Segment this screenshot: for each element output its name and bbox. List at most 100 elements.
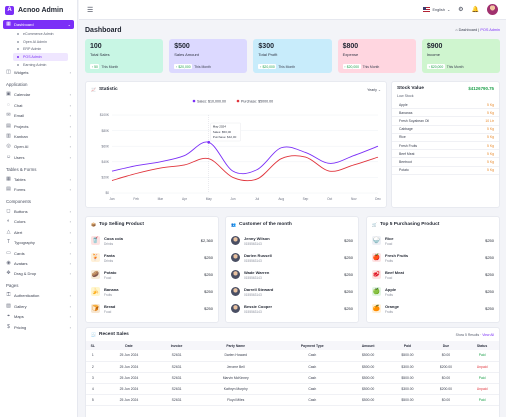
yearly-filter[interactable]: Yearly ⌄ <box>367 88 381 92</box>
list-item[interactable]: 🍊 Orange Fruits $250 <box>367 300 499 317</box>
sidebar-item-pricing[interactable]: $ Pricing › <box>3 323 74 332</box>
sidebar-item-colors[interactable]: ◐ Colors › <box>3 217 74 226</box>
list-item[interactable]: Darrell Steward 0155563143 $250 <box>226 283 358 300</box>
breadcrumb-home[interactable]: Dashboard <box>459 28 478 32</box>
sidebar-item-email[interactable]: ✉ Email › <box>3 111 74 120</box>
brand-logo[interactable]: A Acnoo Admin <box>0 0 77 20</box>
submenu-item-erp-admin[interactable]: ERP Admin <box>13 46 68 54</box>
chevron-icon: › <box>69 154 71 160</box>
sidebar-item-drag-drop[interactable]: ✥ Drag & Drop › <box>3 269 74 278</box>
submenu-item-pos-admin[interactable]: POS Admin <box>13 53 68 61</box>
sidebar-item-users[interactable]: ☺ Users › <box>3 153 74 162</box>
column-header-paid: Paid <box>388 341 427 350</box>
bell-icon[interactable]: 🔔 <box>472 6 479 13</box>
section-title-tables-forms: Tables & Forms <box>6 166 37 172</box>
sidebar-item-dashboard[interactable]: ▦ Dashboard ⌄ <box>3 20 74 29</box>
cell-payment-type: Cash <box>276 350 348 362</box>
sidebar-item-buttons[interactable]: ◻ Buttons › <box>3 207 74 216</box>
cell-date: 25 Jun 2024 <box>99 361 159 373</box>
stock-row: Beetroot 5 Kg <box>392 158 499 167</box>
list-item[interactable]: 🥩 Beef Meat Food $250 <box>367 266 499 283</box>
submenu-item-earning-admin[interactable]: Earning Admin <box>13 61 68 69</box>
x-tick-label: Mar <box>158 197 164 201</box>
sidebar-item-label: Calendar <box>14 92 31 98</box>
sidebar-item-typography[interactable]: T Typography › <box>3 238 74 247</box>
x-tick-label: Jun <box>230 197 235 201</box>
chevron-icon: › <box>69 293 71 299</box>
table-row[interactable]: 4 25 Jun 2024 S2631 Kathryn Murphy Cash $500.… <box>86 383 499 395</box>
stat-trend: ↑ $20,000 This Month <box>258 64 295 69</box>
submenu-item-open-ai-admin[interactable]: Open AI Admin <box>13 38 68 46</box>
view-all-link[interactable]: View All <box>482 333 494 337</box>
legend-sales-label: Sales: $10,000.00 <box>197 99 226 103</box>
list-item[interactable]: 🍚 Rice Food $250 <box>367 232 499 249</box>
item-name: Fanta <box>104 252 115 258</box>
cell-paid: $500.00 <box>388 394 427 406</box>
x-tick-label: Aug <box>278 197 284 201</box>
list-item[interactable]: 🍞 Bread Food $250 <box>86 300 218 317</box>
table-row[interactable]: 1 25 Jun 2024 S2631 Darlen Howard Cash $500.0… <box>86 350 499 362</box>
list-item[interactable]: Bessie Cooper 0155563143 $250 <box>226 300 358 317</box>
chart-icon: 📈 <box>91 87 96 92</box>
sidebar-item-chat[interactable]: ◌ Chat › <box>3 101 74 110</box>
list-item[interactable]: 🍹 Fanta Drinks $250 <box>86 249 218 266</box>
top-selling-title: Top Selling Product <box>98 222 144 227</box>
list-item[interactable]: 🍏 Apple Fruits $250 <box>367 283 499 300</box>
sidebar-item-calendar[interactable]: ▣ Calendar › <box>3 90 74 99</box>
stock-item-name: Beetroot <box>399 159 412 164</box>
cell-amount: $500.00 <box>347 372 389 384</box>
list-item[interactable]: 🍎 Fresh Fruits Fruits $250 <box>367 249 499 266</box>
trend-period: This Month <box>362 64 380 69</box>
list-item[interactable]: Darlen Russell 0155563143 $250 <box>226 249 358 266</box>
y-tick-label: $0 <box>105 191 109 195</box>
sidebar-item-forms[interactable]: ▤ Forms › <box>3 185 74 194</box>
users-icon: ☺ <box>6 153 12 160</box>
submenu-item-ecommerce-admin[interactable]: eCommerce Admin <box>13 30 68 38</box>
sidebar-item-alert[interactable]: △ Alert › <box>3 228 74 237</box>
sidebar-item-open-ai[interactable]: ◎ Open AI › <box>3 142 74 151</box>
sidebar-item-widgets[interactable]: ◫ Widgets › <box>3 68 74 77</box>
y-tick-label: $100K <box>100 113 110 117</box>
item-text: Darrell Steward 0155563143 <box>244 287 273 297</box>
table-row[interactable]: 2 25 Jun 2024 S2631 Jerome Bell Cash $500.00 $… <box>86 361 499 373</box>
list-item[interactable]: Wade Warren 0155563143 $250 <box>226 266 358 283</box>
item-amount: $250 <box>344 272 353 277</box>
sidebar-item-cards[interactable]: ▭ Cards › <box>3 249 74 258</box>
item-name: Wade Warren <box>244 269 270 275</box>
sidebar-item-projects[interactable]: ▤ Projects › <box>3 122 74 131</box>
stock-item-name: Fresh Fruits <box>399 143 418 148</box>
user-avatar[interactable] <box>487 4 498 15</box>
gear-icon[interactable]: ⚙ <box>458 6 463 13</box>
item-text: Rice Food <box>385 236 393 246</box>
stock-item-qty: 5 Kg <box>487 110 494 115</box>
sidebar-item-tables[interactable]: ▦ Tables › <box>3 175 74 184</box>
stat-trend: ↑ 50 This Month <box>90 64 118 69</box>
sidebar-item-authentication[interactable]: ⚿ Authentication › <box>3 291 74 300</box>
hamburger-icon[interactable]: ☰ <box>87 6 93 14</box>
list-item[interactable]: 🥔 Potato Food $250 <box>86 266 218 283</box>
table-row[interactable]: 3 25 Jun 2024 S2631 Marvin McKinney Cash $500… <box>86 372 499 384</box>
sidebar-item-avatars[interactable]: ◉ Avatars › <box>3 259 74 268</box>
cell-party-name: Marvin McKinney <box>194 372 277 384</box>
table-row[interactable]: 5 25 Jun 2024 S2631 Floyd Miles Cash $500.00 $… <box>86 394 499 406</box>
list-item[interactable]: 🍌 Banana Fruits $250 <box>86 283 218 300</box>
list-item[interactable]: Jenny Wilson 0155563143 $250 <box>226 232 358 249</box>
purchasing-card: 🛒 Top 5 Purchasing Product 🍚 Rice Food $250… <box>366 216 500 323</box>
trend-period: This Month <box>194 64 211 69</box>
sidebar-item-label: Kanban <box>14 133 28 139</box>
sidebar-item-kanban[interactable]: ▥ Kanban › <box>3 132 74 141</box>
purchasing-title: Top 5 Purchasing Product <box>379 222 440 227</box>
list-item[interactable]: 🥤 Coca cola Drinks $2,360 <box>86 232 218 249</box>
sidebar-item-maps[interactable]: ⌖ Maps › <box>3 312 74 321</box>
cell-sl: 5 <box>86 394 100 406</box>
projects-icon: ▤ <box>6 122 11 129</box>
language-selector[interactable]: English ⌄ <box>423 7 450 12</box>
trend-period: This Month <box>278 64 296 69</box>
sidebar-item-label: Colors <box>14 219 26 225</box>
stat-trend: ↑ $20,000 This Month <box>342 64 380 69</box>
item-amount: $250 <box>204 272 213 277</box>
sidebar-item-gallery[interactable]: ▨ Gallery › <box>3 302 74 311</box>
cell-paid: $300.00 <box>388 361 427 373</box>
top-selling-list: 🥤 Coca cola Drinks $2,360 🍹 Fanta Drinks $250 🥔 P… <box>86 232 218 317</box>
item-text: Wade Warren 0155563143 <box>244 270 269 280</box>
